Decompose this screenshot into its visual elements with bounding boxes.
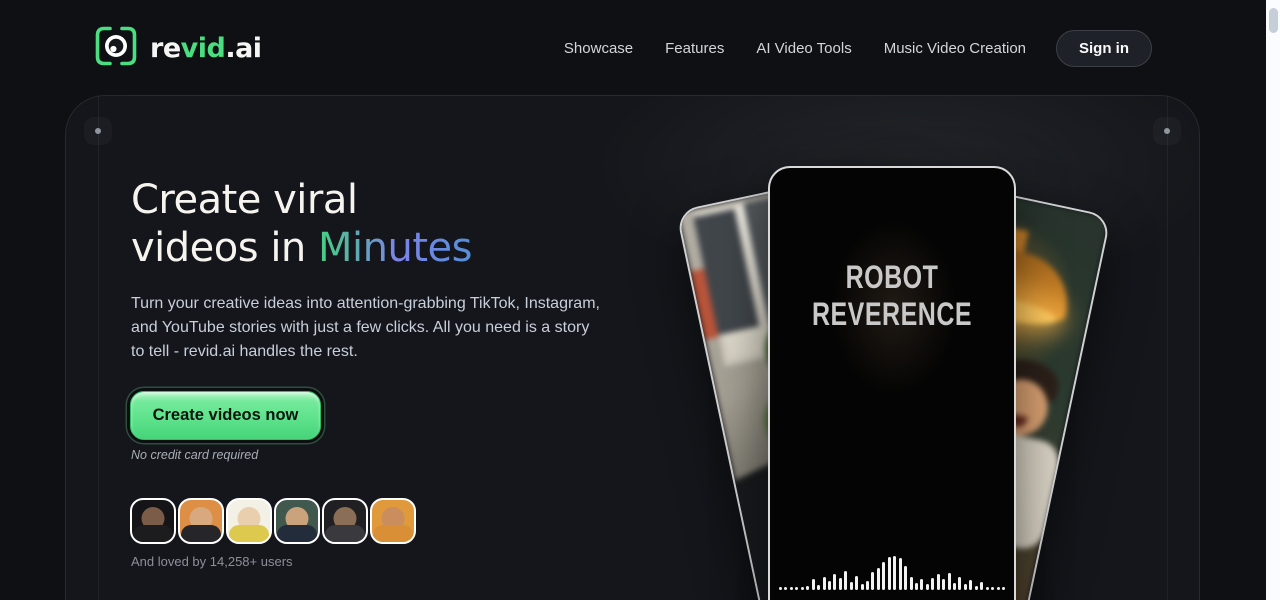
waveform-bar xyxy=(844,571,847,590)
hero-section: Create viralvideos in Minutes Turn your … xyxy=(65,95,1200,600)
waveform-bar xyxy=(861,584,864,590)
avatar-body xyxy=(277,525,317,544)
avatar xyxy=(226,498,272,544)
robot-silhouette xyxy=(794,188,994,488)
waveform-bar xyxy=(915,583,918,590)
audio-waveform xyxy=(779,554,1005,590)
user-avatar-row xyxy=(130,498,416,544)
waveform-bar xyxy=(991,587,994,590)
waveform-bar xyxy=(920,579,923,590)
camera-viewfinder-icon xyxy=(93,25,139,72)
brand-logo[interactable]: revid.ai xyxy=(93,25,262,72)
waveform-bar xyxy=(839,578,842,590)
create-videos-button[interactable]: Create videos now xyxy=(130,391,321,440)
hero-description: Turn your creative ideas into attention-… xyxy=(131,292,601,364)
waveform-bar xyxy=(893,556,896,590)
avatar-body xyxy=(181,525,221,544)
waveform-bar xyxy=(806,586,809,590)
waveform-bar xyxy=(871,572,874,590)
scrollbar-track[interactable] xyxy=(1266,0,1280,600)
waveform-bar xyxy=(986,587,989,590)
title-highlight: Minutes xyxy=(318,225,472,271)
waveform-bar xyxy=(942,579,945,590)
waveform-bar xyxy=(937,574,940,590)
waveform-bar xyxy=(964,584,967,590)
nav-link-showcase[interactable]: Showcase xyxy=(564,40,633,57)
waveform-bar xyxy=(931,578,934,590)
waveform-bar xyxy=(823,577,826,590)
waveform-bar xyxy=(877,568,880,590)
waveform-bar xyxy=(817,585,820,590)
waveform-bar xyxy=(948,573,951,590)
waveform-bar xyxy=(997,587,1000,590)
waveform-bar xyxy=(833,574,836,590)
nav-links: Showcase Features AI Video Tools Music V… xyxy=(564,40,1026,57)
brand-name: revid.ai xyxy=(150,33,262,64)
avatar-body xyxy=(373,525,413,544)
waveform-bar xyxy=(855,576,858,590)
waveform-bar xyxy=(888,557,891,590)
waveform-bar xyxy=(975,586,978,590)
waveform-bar xyxy=(958,577,961,590)
sign-in-button[interactable]: Sign in xyxy=(1056,30,1152,67)
page-title: Create viralvideos in Minutes xyxy=(131,176,631,272)
nav-link-features[interactable]: Features xyxy=(665,40,724,57)
avatar xyxy=(130,498,176,544)
top-navigation: revid.ai Showcase Features AI Video Tool… xyxy=(0,0,1266,96)
waveform-bar xyxy=(850,582,853,590)
waveform-bar xyxy=(866,581,869,590)
avatar-body xyxy=(229,525,269,544)
video-title: ROBOT REVERENCE xyxy=(770,260,1014,334)
avatar-body xyxy=(325,525,365,544)
waveform-bar xyxy=(1002,587,1005,590)
waveform-bar xyxy=(904,566,907,590)
cta-note: No credit card required xyxy=(131,448,258,462)
video-preview-center[interactable]: ROBOT REVERENCE xyxy=(768,166,1016,600)
nav-link-music-video-creation[interactable]: Music Video Creation xyxy=(884,40,1026,57)
waveform-bar xyxy=(926,584,929,590)
avatar xyxy=(370,498,416,544)
waveform-bar xyxy=(828,581,831,590)
nav-link-ai-video-tools[interactable]: AI Video Tools xyxy=(756,40,851,57)
waveform-bar xyxy=(899,558,902,590)
avatar xyxy=(178,498,224,544)
social-proof-text: And loved by 14,258+ users xyxy=(131,554,293,569)
waveform-bar xyxy=(910,577,913,590)
avatar xyxy=(274,498,320,544)
scrollbar-thumb[interactable] xyxy=(1269,8,1278,33)
waveform-bar xyxy=(812,579,815,590)
waveform-bar xyxy=(795,587,798,590)
waveform-bar xyxy=(953,583,956,590)
waveform-bar xyxy=(784,587,787,590)
avatar-body xyxy=(133,525,173,544)
waveform-bar xyxy=(801,587,804,590)
avatar xyxy=(322,498,368,544)
waveform-bar xyxy=(779,587,782,590)
waveform-bar xyxy=(882,562,885,590)
waveform-bar xyxy=(790,587,793,590)
waveform-bar xyxy=(980,582,983,590)
waveform-bar xyxy=(969,580,972,590)
